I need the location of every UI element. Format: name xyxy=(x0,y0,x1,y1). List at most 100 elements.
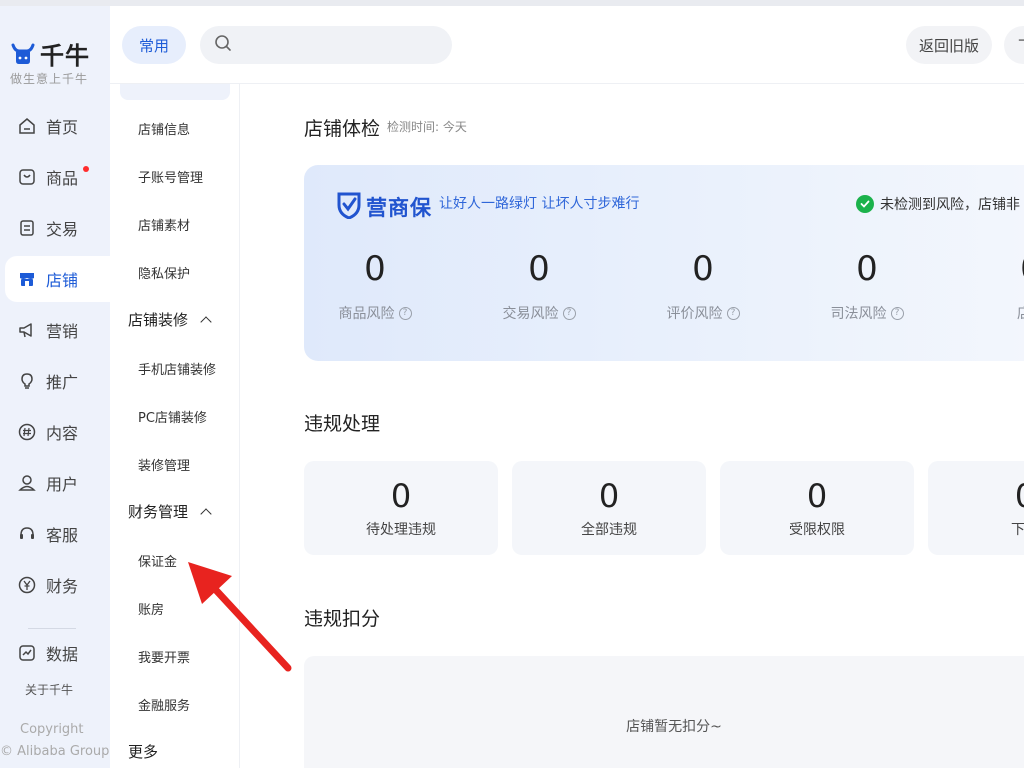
bulb-icon xyxy=(18,372,36,390)
violation-card-all[interactable]: 0 全部违规 xyxy=(512,461,706,555)
search-input[interactable] xyxy=(240,37,440,53)
nav-item-shop[interactable]: 店铺 xyxy=(5,256,110,302)
submenu-group-decoration[interactable]: 店铺装修 xyxy=(128,309,212,330)
metric-label: 店铺 xyxy=(1017,303,1024,323)
nav-label: 商品 xyxy=(46,169,79,188)
metric-value: 0 xyxy=(692,249,714,289)
nav-item-trade[interactable]: 交易 xyxy=(5,205,110,251)
metric-trade-risk[interactable]: 0 交易风险? xyxy=(479,249,599,323)
violation-card-pending[interactable]: 0 待处理违规 xyxy=(304,461,498,555)
nav-item-goods[interactable]: 商品 xyxy=(5,154,110,200)
shop-health-card: 营商保 让好人一路绿灯 让坏人寸步难行 未检测到风险，店铺非 0 商品风险? 0… xyxy=(304,165,1024,361)
help-icon[interactable]: ? xyxy=(726,306,740,320)
help-icon[interactable]: ? xyxy=(398,306,412,320)
app-logo[interactable]: 千牛 xyxy=(10,36,90,71)
check-time: 检测时间: 今天 xyxy=(387,120,467,134)
submenu-item-shop-info[interactable]: 店铺信息 xyxy=(138,119,190,138)
submenu-group-finance[interactable]: 财务管理 xyxy=(128,501,212,522)
submenu-group-label: 更多 xyxy=(128,743,159,761)
metric-judicial-risk[interactable]: 0 司法风险? xyxy=(807,249,927,323)
violation-value: 0 xyxy=(598,477,620,515)
help-icon[interactable]: ? xyxy=(890,306,904,320)
metric-goods-risk[interactable]: 0 商品风险? xyxy=(315,249,435,323)
header-more-button[interactable]: 下 xyxy=(1004,26,1024,64)
chevron-up-icon xyxy=(200,315,212,328)
submenu-item-financial-services[interactable]: 金融服务 xyxy=(138,695,190,714)
submenu-item-decor-manage[interactable]: 装修管理 xyxy=(138,455,190,474)
back-to-old-version-button[interactable]: 返回旧版 xyxy=(906,26,992,64)
common-button[interactable]: 常用 xyxy=(122,26,186,64)
nav-item-promotion[interactable]: 推广 xyxy=(5,358,110,404)
submenu-item-account-room[interactable]: 账房 xyxy=(138,599,164,618)
trade-icon xyxy=(18,219,36,237)
metric-review-risk[interactable]: 0 评价风险? xyxy=(643,249,763,323)
search-icon xyxy=(214,34,232,56)
submenu-item-materials[interactable]: 店铺素材 xyxy=(138,215,190,234)
home-icon xyxy=(18,117,36,135)
help-icon[interactable]: ? xyxy=(562,306,576,320)
submenu-item-deposit[interactable]: 保证金 xyxy=(138,551,177,570)
main-content: 店铺体检 检测时间: 今天 营商保 让好人一路绿灯 让坏人寸步难行 未检测到风险… xyxy=(240,84,1024,768)
violation-label: 下架 xyxy=(1011,522,1024,538)
submenu-item-mobile-decor[interactable]: 手机店铺装修 xyxy=(138,359,216,378)
headset-icon xyxy=(18,525,36,543)
metric-value: 0 xyxy=(364,249,386,289)
deduction-empty-box: 店铺暂无扣分~ xyxy=(304,656,1024,768)
submenu-item-subaccount[interactable]: 子账号管理 xyxy=(138,167,203,186)
metric-value: 0 xyxy=(856,249,878,289)
submenu-group-more[interactable]: 更多 xyxy=(128,741,158,762)
nav-label: 店铺 xyxy=(46,271,79,290)
nav-label: 推广 xyxy=(46,373,79,392)
metric-label: 商品风险 xyxy=(338,306,395,322)
nav-label: 财务 xyxy=(46,577,79,596)
violation-value: 0 xyxy=(806,477,828,515)
nav-item-marketing[interactable]: 营销 xyxy=(5,307,110,353)
annotation-arrow-icon xyxy=(188,562,292,672)
shop-icon xyxy=(18,270,36,288)
nav-label: 用户 xyxy=(46,475,79,494)
user-icon xyxy=(18,474,36,492)
top-header: 常用 返回旧版 下 xyxy=(110,6,1024,84)
submenu-item-privacy[interactable]: 隐私保护 xyxy=(138,263,190,282)
submenu-item-pc-decor[interactable]: PC店铺装修 xyxy=(138,407,207,426)
deduction-section-title: 违规扣分 xyxy=(304,608,381,630)
violation-card-delisted[interactable]: 0 下架 xyxy=(928,461,1024,555)
logo-text: 千牛 xyxy=(40,42,90,70)
submenu-group-label: 店铺装修 xyxy=(128,311,189,329)
logo-slogan: 做生意上千牛 xyxy=(10,72,89,86)
left-nav: 千牛 做生意上千牛 首页 商品 交易 店铺 营销 推广 内容 用户 客服 财务 … xyxy=(0,6,110,768)
violation-section-title: 违规处理 xyxy=(304,413,381,435)
nav-label: 交易 xyxy=(46,220,79,239)
nav-label: 首页 xyxy=(46,118,79,137)
violation-value: 0 xyxy=(390,477,412,515)
search-box[interactable] xyxy=(200,26,452,64)
nav-item-finance[interactable]: 财务 xyxy=(5,562,110,608)
nav-label: 数据 xyxy=(46,645,79,664)
about-link[interactable]: 关于千牛 xyxy=(25,681,73,698)
goods-icon xyxy=(18,168,36,186)
yen-icon xyxy=(18,576,36,594)
deduction-empty-text: 店铺暂无扣分~ xyxy=(626,719,722,735)
metric-shop-risk[interactable]: 0 店铺 xyxy=(971,249,1024,323)
metric-label: 评价风险 xyxy=(666,306,723,322)
metric-value: 0 xyxy=(971,249,1024,289)
chevron-up-icon xyxy=(200,507,212,520)
nav-item-users[interactable]: 用户 xyxy=(5,460,110,506)
violation-value: 0 xyxy=(928,477,1024,515)
nav-item-content[interactable]: 内容 xyxy=(5,409,110,455)
nav-item-service[interactable]: 客服 xyxy=(5,511,110,557)
notification-dot xyxy=(83,166,89,172)
copyright-text: Copyright xyxy=(20,722,84,737)
megaphone-icon xyxy=(18,321,36,339)
nav-item-home[interactable]: 首页 xyxy=(5,103,110,149)
violation-label: 受限权限 xyxy=(789,522,845,538)
check-circle-icon xyxy=(856,195,874,213)
nav-divider xyxy=(28,628,76,629)
submenu-scroll-indicator xyxy=(120,84,230,100)
nav-item-data[interactable]: 数据 xyxy=(5,634,110,672)
metric-label: 司法风险 xyxy=(830,306,887,322)
submenu-group-label: 财务管理 xyxy=(128,503,189,521)
violation-card-restricted[interactable]: 0 受限权限 xyxy=(720,461,914,555)
chart-icon xyxy=(18,644,36,662)
brand-block: 营商保 xyxy=(336,191,432,223)
